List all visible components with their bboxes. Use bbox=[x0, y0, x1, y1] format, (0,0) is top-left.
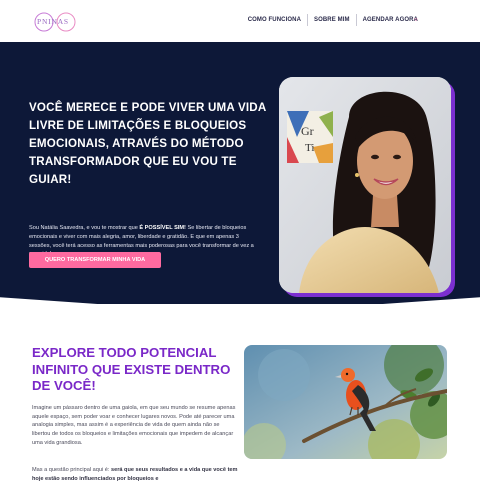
bird-photo bbox=[244, 345, 447, 459]
site-header: PNINAS COMO FUNCIONA SOBRE MIM AGENDAR A… bbox=[0, 0, 480, 43]
svg-text:Ti: Ti bbox=[305, 142, 314, 154]
explore-title: EXPLORE TODO POTENCIAL INFINITO QUE EXIS… bbox=[32, 345, 231, 393]
paragraph-text-part: Mas a questão principal aqui é: bbox=[32, 467, 111, 473]
nav-sobre-mim[interactable]: SOBRE MIM bbox=[308, 14, 357, 26]
nav-como-funciona[interactable]: COMO FUNCIONA bbox=[242, 14, 308, 26]
profile-photo: Gr Ti bbox=[279, 77, 451, 293]
svg-text:Gr: Gr bbox=[301, 124, 314, 138]
hero-text-part: Sou Natália Saavedra, e vou te mostrar q… bbox=[29, 225, 140, 231]
main-nav: COMO FUNCIONA SOBRE MIM AGENDAR AGORA bbox=[242, 14, 424, 26]
hero-text-bold: É POSSÍVEL SIM! bbox=[139, 225, 186, 231]
explore-paragraph: Imagine um pássaro dentro de uma gaiola,… bbox=[32, 405, 236, 446]
hero-title: VOCÊ MERECE E PODE VIVER UMA VIDA LIVRE … bbox=[29, 101, 267, 186]
logo-text: PNINAS bbox=[37, 17, 69, 26]
explore-paragraph-2: Mas a questão principal aqui é: será que… bbox=[32, 466, 238, 483]
cta-button[interactable]: QUERO TRANSFORMAR MINHA VIDA bbox=[29, 252, 161, 268]
instagram-icon[interactable]: ○ bbox=[414, 17, 418, 23]
logo[interactable]: PNINAS bbox=[33, 9, 77, 35]
